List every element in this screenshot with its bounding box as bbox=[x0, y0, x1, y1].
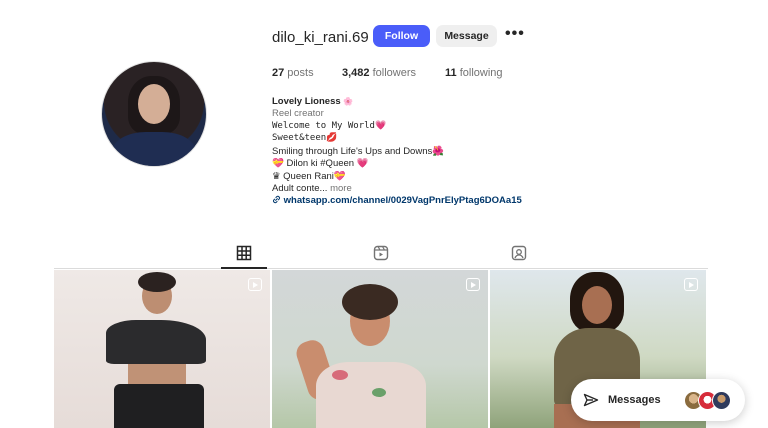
flower-emoji-icon: 🌸 bbox=[343, 97, 354, 106]
crown-emoji-icon: ♛ bbox=[272, 171, 281, 182]
gift-heart-emoji-icon: 💝 bbox=[272, 158, 284, 169]
following-count-label: following bbox=[456, 67, 503, 79]
profile-avatar[interactable] bbox=[101, 61, 207, 167]
followers-count-label: followers bbox=[369, 67, 416, 79]
bio-line-1-text: Welcome to My World bbox=[272, 121, 375, 131]
tab-tagged[interactable] bbox=[511, 245, 527, 261]
reels-icon bbox=[373, 245, 389, 261]
avatar bbox=[712, 391, 731, 410]
bio-line-6-text: Adult conte... bbox=[272, 183, 328, 194]
bio-name-text: Lovely Lioness bbox=[272, 96, 341, 107]
bio-display-name: Lovely Lioness 🌸 bbox=[272, 96, 353, 107]
bio-line-3: Smiling through Life's Ups and Downs🌺 bbox=[272, 146, 444, 157]
follow-button[interactable]: Follow bbox=[373, 25, 430, 47]
bio-line-2: Sweet&teen💋 bbox=[272, 133, 337, 143]
bio-more-link[interactable]: more bbox=[327, 183, 352, 194]
tab-reels[interactable] bbox=[373, 245, 389, 261]
bio-line-3-text: Smiling through Life's Ups and Downs bbox=[272, 146, 433, 157]
heart-emoji-icon: 💗 bbox=[356, 158, 369, 169]
bio-category: Reel creator bbox=[272, 108, 324, 119]
send-icon bbox=[583, 393, 599, 407]
followers-count-value: 3,482 bbox=[342, 67, 370, 79]
post-tile[interactable] bbox=[54, 270, 270, 428]
tab-divider bbox=[54, 268, 708, 269]
tab-posts[interactable] bbox=[236, 245, 252, 261]
bio-line-4: 💝 Dilon ki #Queen 💗 bbox=[272, 158, 369, 169]
more-options-icon[interactable]: ••• bbox=[505, 26, 524, 45]
profile-username: dilo_ki_rani.69 bbox=[272, 29, 369, 46]
posts-count-label: posts bbox=[284, 67, 314, 79]
following-count-value: 11 bbox=[445, 67, 457, 79]
heart-emoji-icon: 💗 bbox=[374, 121, 387, 131]
bio-line-1: Welcome to My World💗 bbox=[272, 121, 386, 131]
bio-link-text: whatsapp.com/channel/0029VagPnrElyPtag6D… bbox=[283, 195, 522, 206]
bio-line-5: ♛ Queen Rani💝 bbox=[272, 171, 346, 182]
reel-badge-icon bbox=[466, 278, 480, 291]
bio-line-2-text: Sweet&teen bbox=[272, 133, 327, 143]
followers-count[interactable]: 3,482 followers bbox=[342, 67, 416, 79]
messages-button[interactable]: Messages bbox=[571, 379, 745, 421]
posts-count: 27 posts bbox=[272, 67, 314, 79]
post-tile[interactable] bbox=[272, 270, 488, 428]
reel-badge-icon bbox=[684, 278, 698, 291]
message-button[interactable]: Message bbox=[436, 25, 497, 47]
bio-external-link[interactable]: whatsapp.com/channel/0029VagPnrElyPtag6D… bbox=[272, 195, 522, 206]
reel-badge-icon bbox=[248, 278, 262, 291]
gift-heart-emoji-icon: 💝 bbox=[333, 171, 346, 182]
bio-line-4-text: Dilon ki #Queen bbox=[283, 158, 357, 169]
grid-icon bbox=[236, 245, 252, 261]
lips-emoji-icon: 💋 bbox=[326, 133, 338, 143]
bio-line-5-text: Queen Rani bbox=[280, 171, 334, 182]
tagged-icon bbox=[511, 245, 527, 261]
messages-label: Messages bbox=[608, 394, 661, 406]
tab-active-indicator bbox=[221, 267, 267, 269]
hibiscus-emoji-icon: 🌺 bbox=[432, 146, 445, 157]
following-count[interactable]: 11 following bbox=[445, 67, 503, 79]
link-icon bbox=[273, 195, 280, 204]
posts-count-value: 27 bbox=[272, 67, 285, 79]
bio-line-6: Adult conte... more bbox=[272, 183, 352, 194]
